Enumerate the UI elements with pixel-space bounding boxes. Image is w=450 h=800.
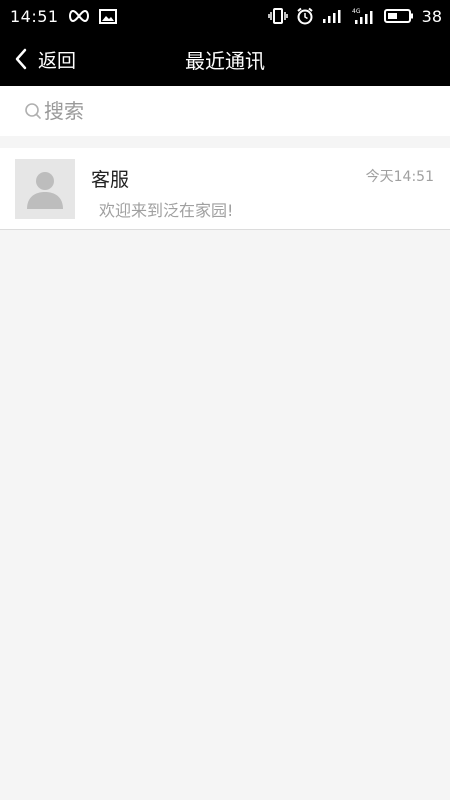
search-input[interactable]: [44, 99, 424, 123]
4g-signal-icon: 4G: [352, 7, 376, 25]
infinity-icon: [67, 9, 91, 23]
conversation-list: 客服 今天14:51 欢迎来到泛在家园!: [0, 148, 450, 230]
message-time: 今天14:51: [365, 169, 434, 185]
alarm-icon: [296, 7, 314, 25]
message-preview: 欢迎来到泛在家园!: [99, 201, 234, 220]
vibrate-icon: [267, 8, 288, 24]
status-bar-right: 4G 38: [267, 6, 442, 26]
signal-icon: [322, 8, 344, 24]
contact-name: 客服: [91, 169, 130, 191]
default-user-icon: [27, 172, 63, 209]
avatar: [15, 159, 75, 219]
back-label: 返回: [38, 49, 77, 72]
back-button[interactable]: 返回: [14, 32, 76, 86]
svg-text:4G: 4G: [352, 8, 361, 15]
search-icon: [24, 102, 42, 120]
status-bar-left: 14:51: [10, 7, 117, 26]
status-bar: 14:51 4G 38: [0, 0, 450, 32]
list-item[interactable]: 客服 今天14:51 欢迎来到泛在家园!: [0, 148, 450, 230]
battery-level: 38: [421, 6, 442, 26]
search-bar: [0, 86, 450, 136]
battery-icon: [383, 8, 414, 24]
back-arrow-icon: [14, 48, 28, 70]
status-time: 14:51: [10, 6, 59, 26]
image-icon: [98, 8, 117, 24]
title-bar: 返回 最近通讯: [0, 32, 450, 86]
